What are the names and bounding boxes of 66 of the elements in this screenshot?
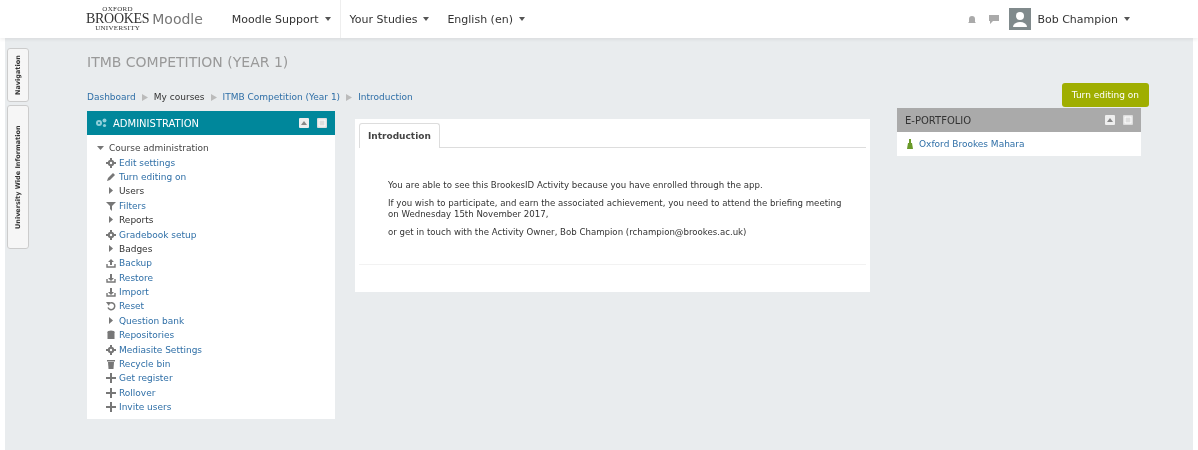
separator-icon [210, 93, 217, 101]
upload-icon [106, 258, 116, 269]
dock-icon[interactable] [317, 118, 327, 128]
paragraph: If you wish to participate, and earn the associated achievement, you need to attend the briefing meeting on Wednesday 15th November 2017, [388, 197, 843, 221]
caret-icon [518, 17, 525, 21]
admin-link[interactable]: Get register [119, 373, 173, 384]
tree-item[interactable]: Users [119, 186, 145, 197]
admin-link[interactable]: Recycle bin [119, 359, 171, 370]
plus-icon [106, 387, 116, 398]
caret-icon [324, 17, 331, 21]
collapse-icon[interactable] [1105, 115, 1115, 125]
admin-link[interactable]: Edit settings [119, 157, 176, 168]
breadcrumb-text: My courses [153, 92, 205, 102]
collapsed-icon[interactable] [106, 243, 116, 254]
admin-link[interactable]: Mediasite Settings [119, 344, 203, 355]
block-title: ADMINISTRATION [113, 117, 201, 129]
admin-link[interactable]: Restore [119, 272, 154, 283]
menu-item[interactable]: Your Studies [340, 0, 439, 38]
tree-item[interactable]: Course administration [109, 143, 209, 154]
page-title: ITMB COMPETITION (YEAR 1) [87, 54, 290, 72]
tree-item[interactable]: Reports [119, 215, 154, 226]
trash-icon [106, 359, 116, 370]
avatar-icon [1009, 8, 1032, 30]
admin-link[interactable]: Backup [119, 258, 152, 269]
paragraph: You are able to see this BrookesID Activity because you have enrolled through the app. [388, 180, 764, 192]
download-icon [106, 272, 116, 283]
breadcrumb-link[interactable]: ITMB Competition (Year 1) [222, 92, 341, 102]
admin-link[interactable]: Rollover [119, 387, 156, 398]
admin-link[interactable]: Repositories [119, 330, 175, 341]
breadcrumb-link[interactable]: Dashboard [87, 92, 136, 102]
tree-item[interactable]: Question bank [119, 315, 185, 326]
admin-link[interactable]: Gradebook setup [119, 229, 197, 240]
pencil-icon [106, 171, 116, 182]
logo-text: BROOKES [86, 12, 150, 26]
admin-link[interactable]: Filters [119, 200, 146, 211]
collapsed-icon[interactable] [106, 315, 116, 326]
admin-link[interactable]: Reset [119, 301, 145, 312]
download-icon [106, 287, 116, 298]
tree-item[interactable]: Badges [119, 243, 153, 254]
collapse-icon[interactable] [299, 118, 309, 128]
separator-icon [346, 93, 353, 101]
collapsed-icon[interactable] [106, 186, 116, 197]
menu-item[interactable]: English (en) [438, 0, 534, 38]
admin-link[interactable]: Import [119, 287, 149, 298]
separator-icon [141, 93, 148, 101]
menu-item[interactable]: Moodle Support [222, 0, 340, 38]
admin-link[interactable]: Invite users [119, 402, 172, 413]
filter-icon [106, 200, 116, 211]
eportfolio-link[interactable]: Oxford Brookes Mahara [919, 139, 1025, 149]
reset-icon [106, 301, 116, 312]
bottle-icon [907, 139, 913, 149]
plus-icon [106, 402, 116, 413]
user-menu[interactable]: Bob Champion [1009, 8, 1130, 30]
plus-icon [106, 373, 116, 384]
site-name[interactable]: Moodle [152, 11, 203, 27]
bell-icon[interactable] [967, 14, 978, 24]
admin-link[interactable]: Turn editing on [119, 171, 187, 182]
block-title: E-PORTFOLIO [905, 114, 973, 126]
tab[interactable]: Introduction [359, 123, 440, 148]
caret-icon [1124, 17, 1130, 21]
caret-icon [423, 17, 430, 21]
breadcrumb-link[interactable]: Introduction [358, 92, 413, 102]
gears-icon [95, 118, 107, 128]
collapsed-icon[interactable] [106, 215, 116, 226]
chat-icon[interactable] [989, 14, 1000, 24]
paragraph: or get in touch with the Activity Owner, Bob Champion (rchampion@brookes.ac.uk) [388, 226, 748, 239]
